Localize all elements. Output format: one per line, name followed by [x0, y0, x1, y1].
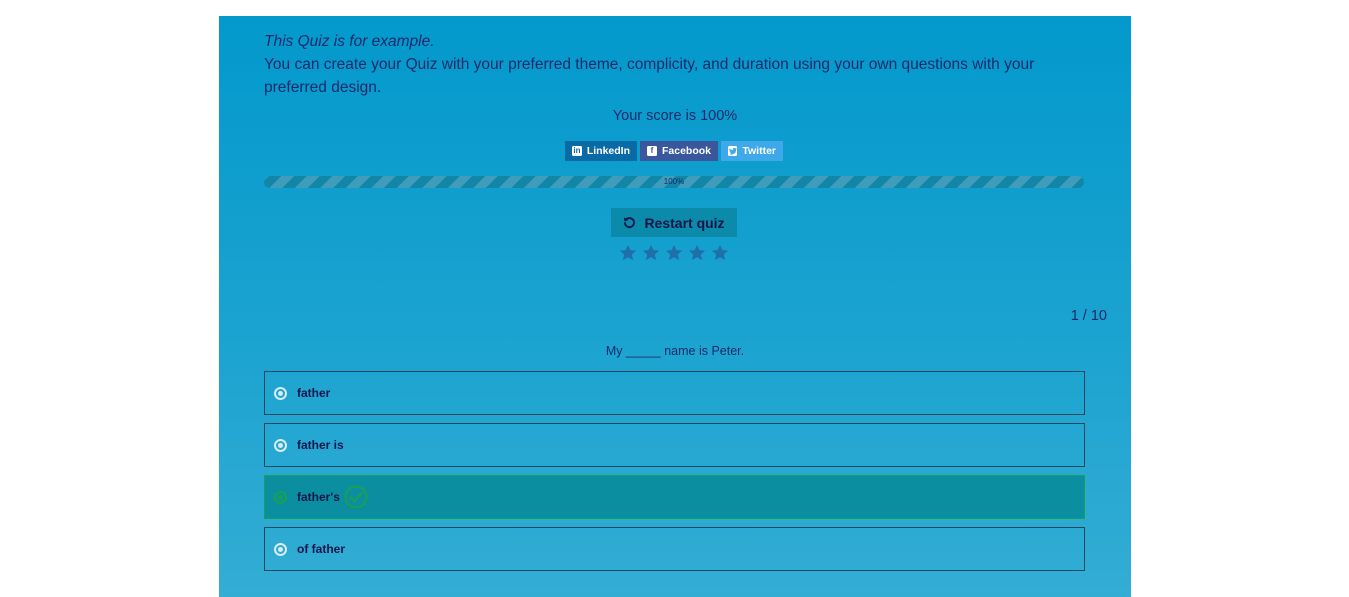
answer-label: father is: [297, 438, 344, 452]
rating-stars: [618, 243, 730, 263]
rating-star-icon[interactable]: [664, 243, 684, 263]
progress-label: 100%: [663, 177, 685, 186]
score-text: Your score is 100%: [612, 108, 738, 124]
rating-star-icon[interactable]: [710, 243, 730, 263]
answer-option[interactable]: of father: [264, 527, 1085, 571]
rating-star-icon[interactable]: [687, 243, 707, 263]
rating-star-icon[interactable]: [641, 243, 661, 263]
linkedin-label: LinkedIn: [586, 145, 630, 157]
intro-description: You can create your Quiz with your prefe…: [264, 56, 1035, 96]
score-progress-bar: 100%: [264, 176, 1084, 188]
radio-icon: [274, 542, 287, 556]
linkedin-icon: in: [572, 146, 582, 156]
quiz-intro: This Quiz is for example. You can create…: [264, 30, 1084, 99]
answer-label: father: [297, 386, 331, 400]
twitter-icon: [728, 146, 738, 156]
radio-icon: [274, 490, 287, 504]
twitter-label: Twitter: [742, 145, 776, 157]
question-text: My _____ name is Peter.: [605, 344, 745, 358]
linkedin-share-button[interactable]: in LinkedIn: [565, 141, 637, 161]
share-buttons: in LinkedIn f Facebook Twitter: [565, 141, 783, 161]
radio-icon: [274, 386, 287, 400]
facebook-icon: f: [647, 146, 657, 156]
twitter-share-button[interactable]: Twitter: [721, 141, 783, 161]
radio-icon: [274, 438, 287, 452]
answer-option[interactable]: father is: [264, 423, 1085, 467]
correct-check-icon: [344, 485, 368, 509]
restart-icon: [624, 217, 636, 229]
restart-quiz-button[interactable]: Restart quiz: [611, 208, 737, 237]
facebook-label: Facebook: [661, 145, 711, 157]
question-counter: 1 / 10: [1070, 308, 1107, 324]
restart-quiz-label: Restart quiz: [644, 214, 725, 231]
rating-star-icon[interactable]: [618, 243, 638, 263]
answer-label: of father: [297, 542, 345, 556]
facebook-share-button[interactable]: f Facebook: [640, 141, 718, 161]
answer-option[interactable]: father: [264, 371, 1085, 415]
intro-example-note: This Quiz is for example.: [264, 33, 435, 50]
quiz-panel: This Quiz is for example. You can create…: [219, 16, 1131, 597]
answer-option-correct[interactable]: father's: [264, 475, 1085, 519]
answer-label: father's: [297, 490, 340, 504]
